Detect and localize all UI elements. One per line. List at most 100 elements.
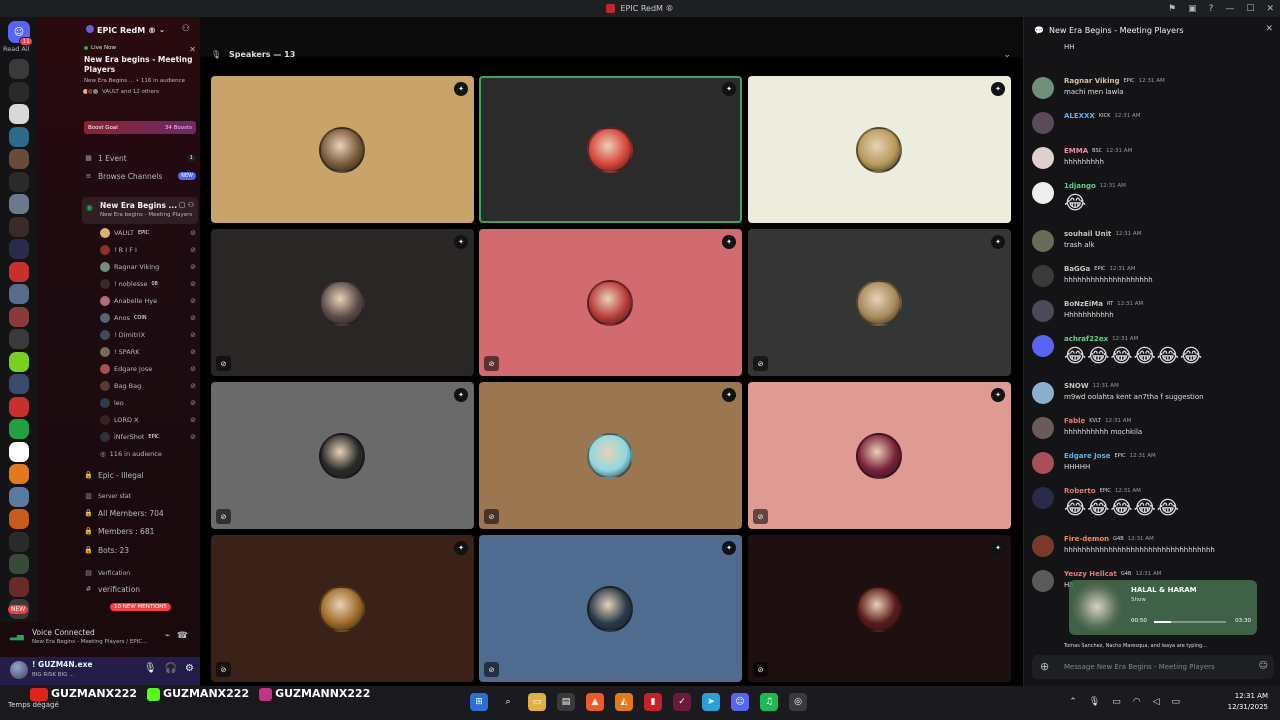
music-player[interactable]: HALAL & HARAM Show 00:50 03:30 [1069,580,1257,635]
server-icon[interactable] [9,216,29,237]
app-icon[interactable]: ✓ [673,693,691,711]
stage-badge-icon[interactable]: ✦ [722,388,736,402]
speaker-tile[interactable]: ✦ ⊘ [211,229,474,376]
chevron-up-icon[interactable]: ⌃ [1069,697,1077,707]
message-author[interactable]: Fable [1064,417,1085,425]
stage-badge-icon[interactable]: ✦ [991,541,1005,555]
chat-message[interactable]: ALEXXX KICK 12:31 AM [1032,112,1272,142]
stage-user[interactable]: leo ⊘ [100,395,196,410]
chat-message[interactable]: Fable KVLT 12:31 AM hhhhhhhhhh mochkila [1032,417,1272,447]
avatar[interactable] [1032,535,1054,557]
message-author[interactable]: 1django [1064,182,1096,190]
server-icon[interactable] [9,104,29,124]
chat-message[interactable]: Ragnar Viking EPIC 12:31 AM machi men lawla [1032,77,1272,107]
server-icon[interactable] [9,126,29,147]
app-icon[interactable]: ◎ [789,693,807,711]
server-icon[interactable] [9,81,29,102]
message-composer[interactable]: ⊕ Message New Era Begins - Meeting Playe… [1032,655,1274,679]
speaker-tile[interactable]: ✦ ⊘ [479,229,742,376]
events-row[interactable]: ▦ 1 Event 1 [84,151,196,165]
help-icon[interactable]: ? [1209,4,1214,14]
chat-message[interactable]: EMMA BSC 12:31 AM hhhhhhhhh [1032,147,1272,177]
speaker-tile[interactable]: ✦ ⊘ [211,535,474,682]
message-author[interactable]: SNOW [1064,382,1089,390]
avatar[interactable] [1032,487,1054,509]
active-stage-channel[interactable]: ◉ New Era Begins ... New Era begins - Me… [82,197,198,224]
speaker-tile[interactable]: ✦ ⊘ [748,535,1011,682]
volume-icon[interactable]: ◁ [1153,697,1160,707]
file-explorer-icon[interactable]: ▭ [528,693,546,711]
message-author[interactable]: Roberto [1064,487,1096,495]
message-input[interactable]: Message New Era Begins - Meeting Players [1064,663,1215,671]
disconnect-icon[interactable]: ☎ [177,631,188,641]
channel-bots[interactable]: 🔒 Bots: 23 [84,543,196,557]
close-icon[interactable]: ✕ [1265,24,1273,34]
mute-mic-icon[interactable]: 🎙 [144,663,157,674]
message-author[interactable]: ALEXXX [1064,112,1095,120]
search-icon[interactable]: ⌕ [499,693,517,711]
server-icon[interactable] [9,194,29,214]
message-author[interactable]: BaGGa [1064,265,1090,273]
server-icon[interactable] [9,149,29,169]
stage-user[interactable]: ! R I F I ⊘ [100,242,196,257]
server-icon[interactable] [9,171,29,192]
maximize-button[interactable]: ☐ [1246,4,1254,14]
server-icon[interactable] [9,396,29,417]
stage-badge-icon[interactable]: ✦ [454,235,468,249]
chat-message[interactable]: Roberto EPIC 12:31 AM 😂😂😂😂😂 [1032,487,1272,527]
stage-badge-icon[interactable]: ✦ [991,388,1005,402]
chat-message[interactable]: SNOW 12:31 AM m9wd oolahta kent an7tha f s… [1032,382,1272,412]
battery-icon[interactable]: ▭ [1171,697,1180,707]
stage-user[interactable]: Bag Bag ⊘ [100,378,196,393]
chevron-down-icon[interactable]: ⌄ [1003,50,1011,60]
invite-people-icon[interactable]: ⚇ [182,24,190,34]
message-author[interactable]: Edgare Jose [1064,452,1111,460]
stage-badge-icon[interactable]: ✦ [454,541,468,555]
noise-suppression-icon[interactable]: ⌁ [165,631,170,641]
stage-badge-icon[interactable]: ✦ [991,82,1005,96]
channel-verification[interactable]: # verification [84,582,196,596]
avatar[interactable] [1032,77,1054,99]
avatar[interactable] [1032,570,1054,592]
server-icon[interactable] [9,554,29,574]
stage-badge-icon[interactable]: ✦ [454,82,468,96]
stage-badge-icon[interactable]: ✦ [454,388,468,402]
server-icon[interactable] [9,419,29,439]
category-verification[interactable]: ▤ Verfication [84,566,196,580]
chat-message[interactable]: BaGGa EPIC 12:31 AM hhhhhhhhhhhhhhhhhhhh [1032,265,1272,295]
server-icon[interactable] [9,351,29,372]
server-icon[interactable] [9,374,29,394]
add-attachment-icon[interactable]: ⊕ [1040,660,1049,673]
message-author[interactable]: achraf22ex [1064,335,1108,343]
avatar[interactable] [1032,300,1054,322]
speaker-tile[interactable]: ✦ [479,76,742,223]
wifi-icon[interactable]: ◠ [1133,697,1141,707]
speaker-tile[interactable]: ✦ ⊘ [748,229,1011,376]
message-author[interactable]: Ragnar Viking [1064,77,1119,85]
new-mentions-badge[interactable]: 10 NEW MENTIONS [110,603,171,611]
stage-badge-icon[interactable]: ✦ [991,235,1005,249]
server-icon[interactable] [9,284,29,304]
chat-message[interactable]: Fire-demon G4B 12:31 AM hhhhhhhhhhhhhhhhhhh… [1032,535,1272,565]
signal-icon[interactable]: ▂▄ [10,631,24,641]
server-icon[interactable] [9,306,29,327]
speaker-tile[interactable]: ✦ ⊘ [211,382,474,529]
stage-user[interactable]: VAULT EPIC ⊘ [100,225,196,240]
avatar[interactable] [1032,230,1054,252]
category-server-stat[interactable]: ▥ Server stat [84,489,196,503]
server-icon[interactable] [9,531,29,552]
app-icon[interactable]: ▮ [644,693,662,711]
avatar[interactable] [1032,147,1054,169]
server-icon[interactable] [9,441,29,462]
store-icon[interactable]: ▤ [557,693,575,711]
browse-channels-row[interactable]: ≡ Browse Channels NEW [84,169,196,183]
server-icon[interactable] [9,59,29,79]
channel-all-members[interactable]: 🔒 All Members: 704 [84,506,196,520]
app-icon[interactable]: ◭ [615,693,633,711]
server-icon[interactable] [9,464,29,484]
chat-message[interactable]: achraf22ex 12:31 AM 😂😂😂😂😂😂 [1032,335,1272,375]
server-icon[interactable] [9,486,29,507]
avatar[interactable] [1032,182,1054,204]
clock[interactable]: 12:31 AM 12/31/2025 [1228,691,1268,713]
message-author[interactable]: souhail Unit [1064,230,1111,238]
